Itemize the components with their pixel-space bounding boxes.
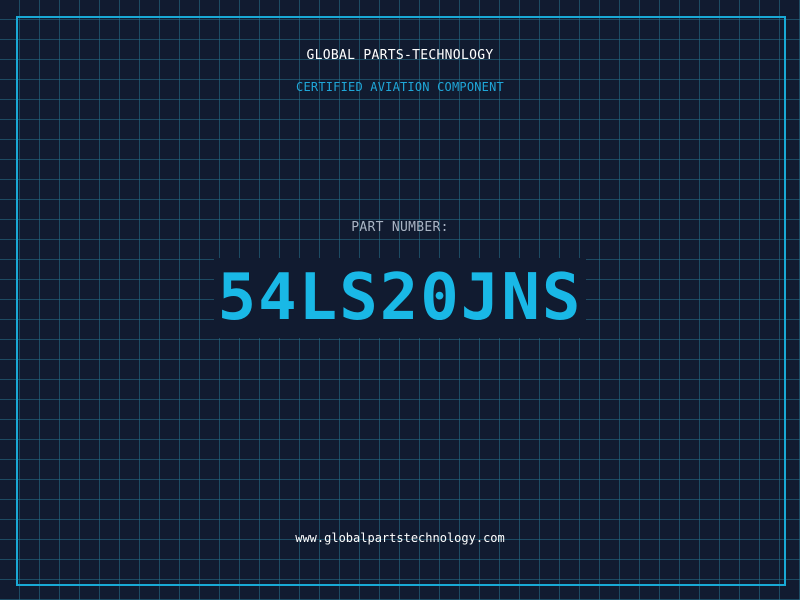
certification-subtitle: CERTIFIED AVIATION COMPONENT — [296, 80, 504, 94]
part-number-value: 54LS20JNS — [213, 258, 587, 338]
company-name: GLOBAL PARTS-TECHNOLOGY — [306, 48, 494, 63]
part-number-container: 54LS20JNS — [0, 258, 800, 338]
website-url: www.globalpartstechnology.com — [295, 531, 505, 545]
part-number-label: PART NUMBER: — [351, 220, 449, 235]
